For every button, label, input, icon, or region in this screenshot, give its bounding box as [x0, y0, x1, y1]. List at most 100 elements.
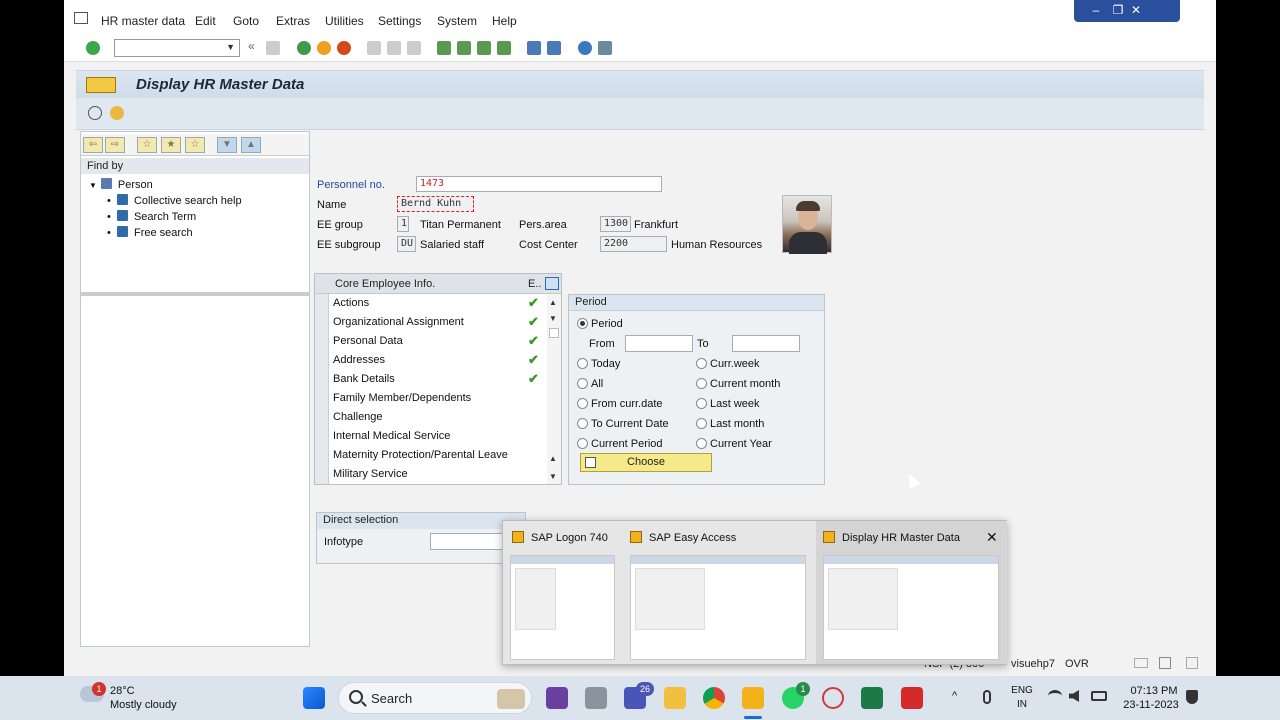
preview-title-hr-master[interactable]: Display HR Master Data — [823, 531, 960, 544]
shortcut-icon[interactable] — [547, 41, 561, 55]
layout-icon[interactable] — [1186, 657, 1198, 669]
radio-all[interactable]: All — [577, 378, 603, 390]
last-page-icon[interactable] — [497, 41, 511, 55]
status-toggle-icon[interactable] — [1134, 658, 1148, 668]
name-field[interactable]: Bernd Kuhn — [397, 196, 474, 212]
row-selector[interactable] — [315, 389, 329, 408]
find-icon[interactable] — [387, 41, 401, 55]
radio-curr-week[interactable]: Curr.week — [696, 358, 760, 370]
choose-button[interactable]: Choose — [580, 453, 712, 472]
infotype-row[interactable]: Actions ✔ — [315, 294, 547, 313]
infotype-row[interactable]: Challenge — [315, 408, 547, 427]
radio-current-year[interactable]: Current Year — [696, 438, 772, 450]
copilot-icon[interactable] — [546, 687, 568, 709]
infotype-row[interactable]: Organizational Assignment ✔ — [315, 313, 547, 332]
task-view-icon[interactable] — [585, 687, 607, 709]
chrome-icon[interactable] — [703, 687, 725, 709]
radio-last-month[interactable]: Last month — [696, 418, 764, 430]
radio-from-curr-date[interactable]: From curr.date — [577, 398, 663, 410]
expand-icon[interactable]: ▼ — [217, 137, 237, 153]
exit-icon[interactable] — [317, 41, 331, 55]
ee-subgroup-code[interactable]: DU — [397, 236, 416, 252]
taskbar-search[interactable]: Search — [338, 682, 532, 714]
row-selector[interactable] — [315, 351, 329, 370]
infotype-row[interactable]: Military Service — [315, 465, 547, 484]
row-selector[interactable] — [315, 408, 329, 427]
infotype-row[interactable]: Family Member/Dependents — [315, 389, 547, 408]
scroll-up-icon[interactable]: ▲ — [549, 454, 557, 463]
scroll-up-icon[interactable]: ▲ — [549, 298, 557, 307]
enter-icon[interactable] — [86, 41, 100, 55]
notification-icon[interactable] — [1186, 690, 1198, 704]
tree-node-free-search[interactable]: • Free search — [107, 226, 193, 239]
windows-start-icon[interactable] — [303, 687, 325, 709]
nav-forward-icon[interactable]: ⇨ — [105, 137, 125, 153]
infotype-row[interactable]: Addresses ✔ — [315, 351, 547, 370]
pers-area-code[interactable]: 1300 — [600, 216, 631, 232]
tree-node-search-term[interactable]: • Search Term — [107, 210, 196, 223]
sap-menu-icon[interactable] — [86, 77, 116, 93]
row-selector[interactable] — [315, 332, 329, 351]
radio-today[interactable]: Today — [577, 358, 620, 370]
clock-date[interactable]: 23-11-2023 — [1120, 699, 1182, 711]
minimize-icon[interactable]: – — [1088, 3, 1104, 17]
preview-hr-master[interactable] — [823, 555, 999, 660]
clock-time[interactable]: 07:13 PM — [1126, 685, 1182, 697]
file-explorer-icon[interactable] — [664, 687, 686, 709]
nav-back-icon[interactable]: ⇦ — [83, 137, 103, 153]
row-selector[interactable] — [315, 313, 329, 332]
tree-node-collective-search[interactable]: • Collective search help — [107, 194, 242, 207]
menu-help[interactable]: Help — [492, 14, 517, 28]
preview-title-easy-access[interactable]: SAP Easy Access — [630, 531, 736, 544]
cancel-icon[interactable] — [337, 41, 351, 55]
weather-desc[interactable]: Mostly cloudy — [110, 699, 177, 711]
excel-icon[interactable] — [861, 687, 883, 709]
acrobat-icon[interactable] — [901, 687, 923, 709]
favorite-icon[interactable]: ★ — [161, 137, 181, 153]
tree-expand-icon[interactable]: ▼ — [89, 181, 97, 190]
preview-easy-access[interactable] — [630, 555, 806, 660]
scroll-down-icon[interactable]: ▼ — [549, 314, 557, 323]
help-icon[interactable] — [578, 41, 592, 55]
scroll-thumb[interactable] — [549, 328, 559, 338]
column-config-icon[interactable] — [545, 277, 559, 290]
microphone-icon[interactable] — [983, 690, 991, 704]
person-icon[interactable] — [110, 106, 124, 120]
radio-current-month[interactable]: Current month — [696, 378, 780, 390]
radio-period[interactable]: Period — [577, 318, 623, 330]
panel-splitter[interactable] — [81, 292, 309, 296]
infotype-scrollbar[interactable]: ▲ ▼ ▲ ▼ — [547, 294, 561, 484]
scroll-down-icon[interactable]: ▼ — [549, 472, 557, 481]
chevron-down-icon[interactable]: ▼ — [226, 42, 235, 52]
lock-icon[interactable] — [1159, 657, 1171, 669]
radio-selected-icon[interactable] — [577, 318, 588, 329]
weather-temp[interactable]: 28°C — [110, 685, 135, 697]
command-field[interactable]: ▼ — [114, 39, 240, 57]
from-date-input[interactable] — [625, 335, 693, 352]
tree-node-person[interactable]: ▼ Person — [89, 178, 153, 191]
favorite-add-icon[interactable]: ☆ — [137, 137, 157, 153]
cost-center-code[interactable]: 2200 — [600, 236, 667, 252]
radio-to-current-date[interactable]: To Current Date — [577, 418, 669, 430]
sap-gui-icon[interactable] — [742, 687, 764, 709]
restore-icon[interactable]: ❐ — [1110, 3, 1126, 17]
infotype-row[interactable]: Internal Medical Service — [315, 427, 547, 446]
language-region[interactable]: IN — [1010, 699, 1034, 710]
create-session-icon[interactable] — [527, 41, 541, 55]
close-icon[interactable]: ✕ — [986, 529, 998, 546]
row-selector[interactable] — [315, 446, 329, 465]
row-selector[interactable] — [315, 465, 329, 484]
infotype-row[interactable]: Maternity Protection/Parental Leave — [315, 446, 547, 465]
previous-page-icon[interactable] — [457, 41, 471, 55]
menu-utilities[interactable]: Utilities — [325, 14, 364, 28]
preview-sap-logon[interactable] — [510, 555, 615, 660]
menu-list-icon[interactable] — [74, 12, 88, 24]
radio-current-period[interactable]: Current Period — [577, 438, 663, 450]
print-icon[interactable] — [367, 41, 381, 55]
customize-layout-icon[interactable] — [598, 41, 612, 55]
menu-goto[interactable]: Goto — [233, 14, 259, 28]
menu-settings[interactable]: Settings — [378, 14, 421, 28]
row-selector[interactable] — [315, 294, 329, 313]
save-icon[interactable] — [266, 41, 280, 55]
menu-system[interactable]: System — [437, 14, 477, 28]
